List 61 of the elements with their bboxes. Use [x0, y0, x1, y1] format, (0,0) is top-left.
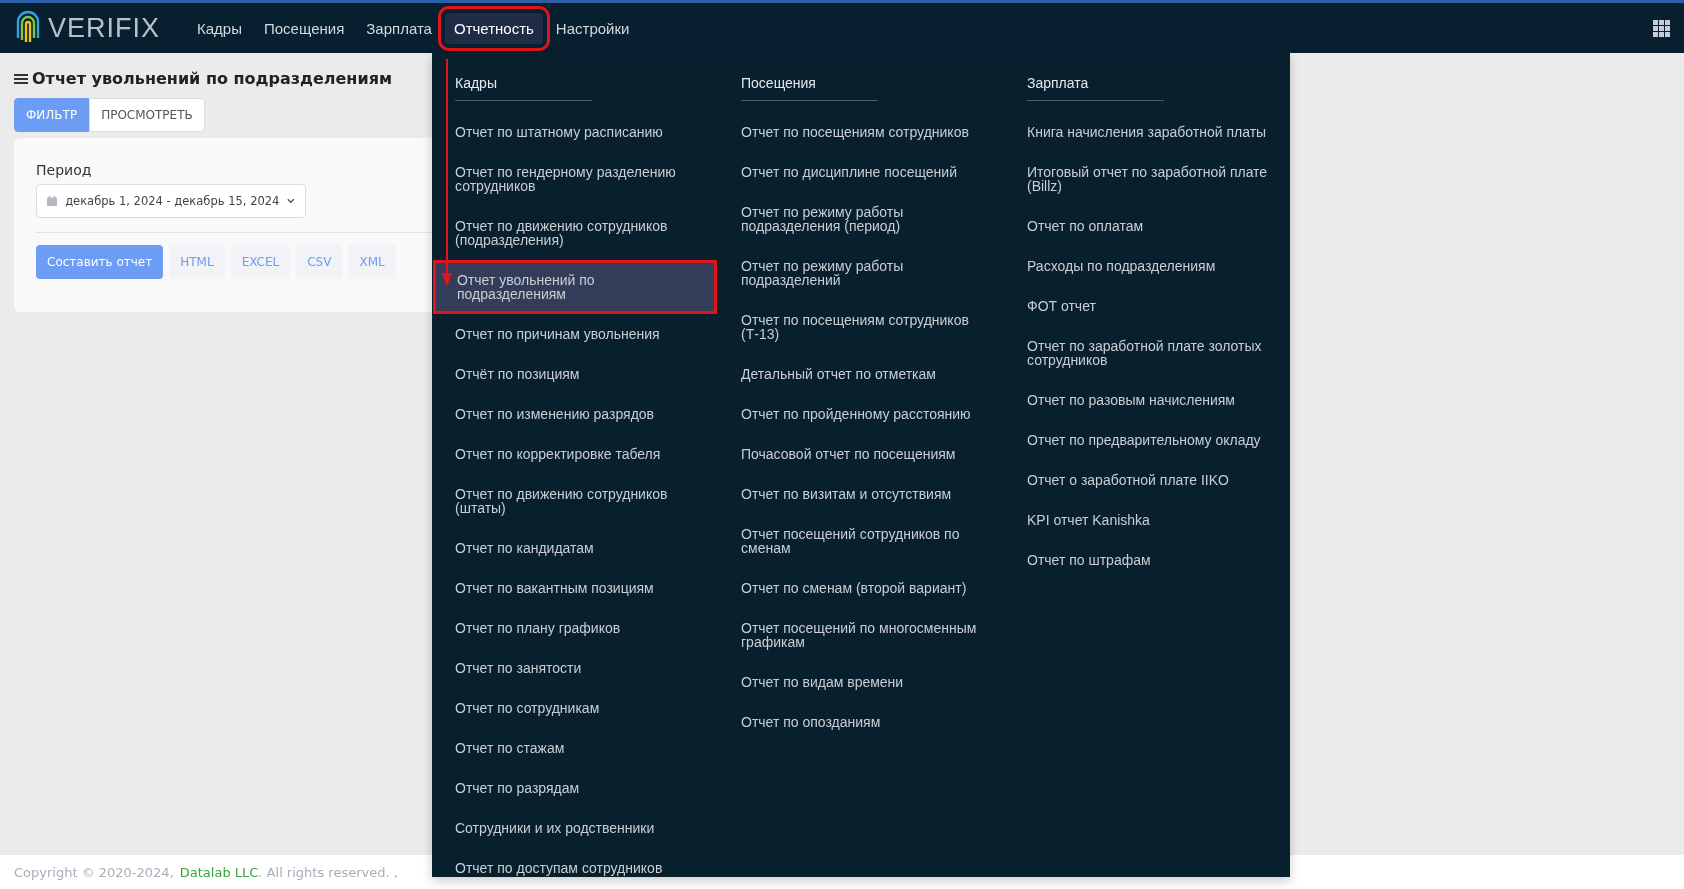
- menu-item[interactable]: Отчет посещений сотрудников по сменам: [718, 515, 1004, 567]
- menu-item[interactable]: Отчет по плану графиков: [432, 609, 718, 647]
- menu-item[interactable]: Отчет по визитам и отсутствиям: [718, 475, 1004, 513]
- menu-item[interactable]: Книга начисления заработной платы: [1004, 113, 1290, 151]
- calendar-icon: [47, 195, 58, 207]
- menu-column-title: Зарплата: [1027, 67, 1164, 101]
- rights-text: . All rights reserved. ,: [258, 864, 398, 880]
- menu-item[interactable]: Отчет по предварительному окладу: [1004, 421, 1290, 459]
- menu-item[interactable]: Отчет по штрафам: [1004, 541, 1290, 579]
- menu-item[interactable]: ФОТ отчет: [1004, 287, 1290, 325]
- menu-item[interactable]: Отчет по разовым начислениям: [1004, 381, 1290, 419]
- menu-item[interactable]: Отчет по посещениям сотрудников: [718, 113, 1004, 151]
- menu-item[interactable]: Отчет по вакантным позициям: [432, 569, 718, 607]
- date-range-select[interactable]: декабрь 1, 2024 - декабрь 15, 2024: [36, 184, 306, 218]
- menu-item[interactable]: Почасовой отчет по посещениям: [718, 435, 1004, 473]
- menu-item[interactable]: Отчет по штатному расписанию: [432, 113, 718, 151]
- menu-item[interactable]: Детальный отчет по отметкам: [718, 355, 1004, 393]
- menu-item[interactable]: Отчет по гендерному разделению сотрудников: [432, 153, 718, 205]
- menu-item[interactable]: Отчет по причинам увольнения: [432, 315, 718, 353]
- menu-item[interactable]: Отчет по движению сотрудников (подразделения): [432, 207, 718, 259]
- menu-item[interactable]: Отчет увольнений по подразделениям: [434, 261, 716, 313]
- copyright-text: Copyright © 2020-2024,: [14, 864, 174, 880]
- menu-item[interactable]: Расходы по подразделениям: [1004, 247, 1290, 285]
- period-label: Период: [36, 162, 92, 178]
- menu-item[interactable]: Отчет по заработной плате золотых сотрудников: [1004, 327, 1290, 379]
- menu-item[interactable]: Отчет о заработной плате IIKO: [1004, 461, 1290, 499]
- menu-item[interactable]: KPI отчет Kanishka: [1004, 501, 1290, 539]
- menu-item[interactable]: Отчет по сменам (второй вариант): [718, 569, 1004, 607]
- nav-tab[interactable]: Настройки: [546, 12, 639, 44]
- menu-item[interactable]: Отчет по режиму работы подразделения (период): [718, 193, 1004, 245]
- nav-tab[interactable]: Посещения: [255, 12, 354, 44]
- menu-item[interactable]: Отчет по разрядам: [432, 769, 718, 807]
- menu-item[interactable]: Отчет по корректировке табеля: [432, 435, 718, 473]
- view-tab[interactable]: ПРОСМОТРЕТЬ: [89, 98, 205, 132]
- menu-item[interactable]: Отчёт по позициям: [432, 355, 718, 393]
- menu-column-title: Посещения: [741, 67, 878, 101]
- menu-item[interactable]: Итоговый отчет по заработной плате (Billz): [1004, 153, 1290, 205]
- menu-item[interactable]: Отчет по занятости: [432, 649, 718, 687]
- chevron-down-icon: [287, 198, 295, 204]
- menu-icon[interactable]: [14, 72, 28, 85]
- menu-item[interactable]: Отчет по стажам: [432, 729, 718, 767]
- menu-item[interactable]: Отчет посещений по многосменным графикам: [718, 609, 1004, 661]
- logo-text: VERIFIX: [48, 12, 161, 44]
- nav-tab[interactable]: Зарплата: [357, 12, 441, 44]
- menu-item[interactable]: Отчет по кандидатам: [432, 529, 718, 567]
- menu-item[interactable]: Отчет по опозданиям: [718, 703, 1004, 741]
- page-title: Отчет увольнений по подразделениям: [32, 69, 392, 88]
- menu-item[interactable]: Отчет по посещениям сотрудников (Т-13): [718, 301, 1004, 353]
- menu-item[interactable]: Отчет по оплатам: [1004, 207, 1290, 245]
- menu-item[interactable]: Отчет по сотрудникам: [432, 689, 718, 727]
- menu-item[interactable]: Отчет по изменению разрядов: [432, 395, 718, 433]
- menu-item[interactable]: Отчет по дисциплине посещений: [718, 153, 1004, 191]
- menu-item[interactable]: Отчет по режиму работы подразделений: [718, 247, 1004, 299]
- menu-item[interactable]: Отчет по видам времени: [718, 663, 1004, 701]
- nav-tab[interactable]: Кадры: [188, 12, 251, 44]
- apps-grid-icon[interactable]: [1653, 19, 1670, 37]
- menu-column-title: Кадры: [455, 67, 592, 101]
- menu-item[interactable]: Отчет по движению сотрудников (штаты): [432, 475, 718, 527]
- menu-item[interactable]: Отчет по доступам сотрудников: [432, 849, 718, 887]
- menu-item[interactable]: Сотрудники и их родственники: [432, 809, 718, 847]
- menu-item[interactable]: Отчет по пройденному расстоянию: [718, 395, 1004, 433]
